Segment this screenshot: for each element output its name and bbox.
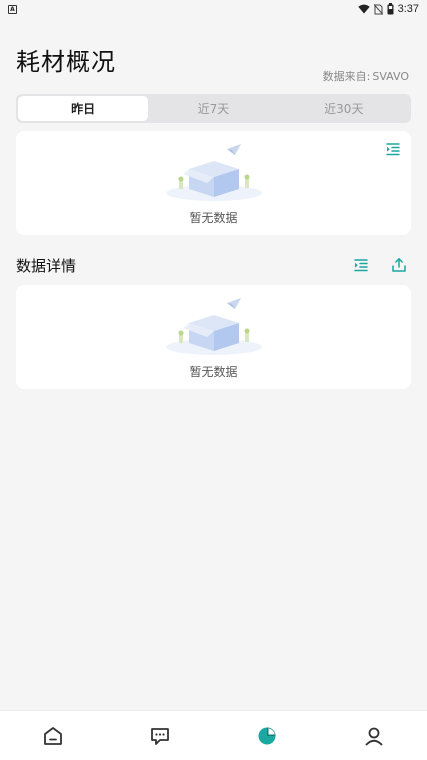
status-bar: A 3:37 — [0, 0, 427, 18]
data-source-label: 数据来自: — [322, 70, 371, 83]
no-sim-icon — [373, 3, 383, 15]
app-notification-icon: A — [8, 4, 17, 14]
tab-last-7-days[interactable]: 近7天 — [148, 96, 278, 121]
export-icon[interactable] — [391, 257, 407, 273]
wifi-icon — [357, 4, 370, 14]
empty-text: 暂无数据 — [189, 211, 238, 225]
header: 耗材概况 数据来自: SVAVO — [0, 18, 427, 84]
battery-icon — [387, 3, 394, 15]
overview-card: 暂无数据 — [16, 131, 411, 235]
details-header: 数据详情 — [16, 253, 411, 277]
bottom-nav — [0, 710, 427, 760]
profile-icon — [365, 727, 383, 745]
nav-messages[interactable] — [130, 716, 190, 756]
nav-home[interactable] — [23, 716, 83, 756]
data-source-value: SVAVO — [372, 70, 409, 83]
chart-icon — [258, 727, 276, 744]
details-actions — [353, 257, 411, 273]
page-title: 耗材概况 — [16, 48, 116, 76]
nav-profile[interactable] — [344, 716, 404, 756]
home-icon — [44, 726, 63, 745]
nav-statistics[interactable] — [237, 716, 297, 756]
list-indent-icon[interactable] — [353, 257, 369, 273]
data-source: 数据来自: SVAVO — [321, 68, 409, 84]
details-title: 数据详情 — [16, 256, 77, 275]
message-icon — [151, 727, 170, 745]
empty-state: 暂无数据 — [16, 141, 411, 226]
period-tabs: 昨日 近7天 近30天 — [16, 94, 411, 123]
empty-text: 暂无数据 — [189, 365, 238, 379]
empty-box-icon — [165, 144, 262, 201]
empty-box-icon — [165, 298, 262, 355]
tab-last-30-days[interactable]: 近30天 — [279, 96, 409, 121]
details-card: 暂无数据 — [16, 285, 411, 389]
status-time: 3:37 — [397, 3, 419, 15]
tab-yesterday[interactable]: 昨日 — [18, 96, 149, 121]
empty-state: 暂无数据 — [16, 295, 411, 380]
